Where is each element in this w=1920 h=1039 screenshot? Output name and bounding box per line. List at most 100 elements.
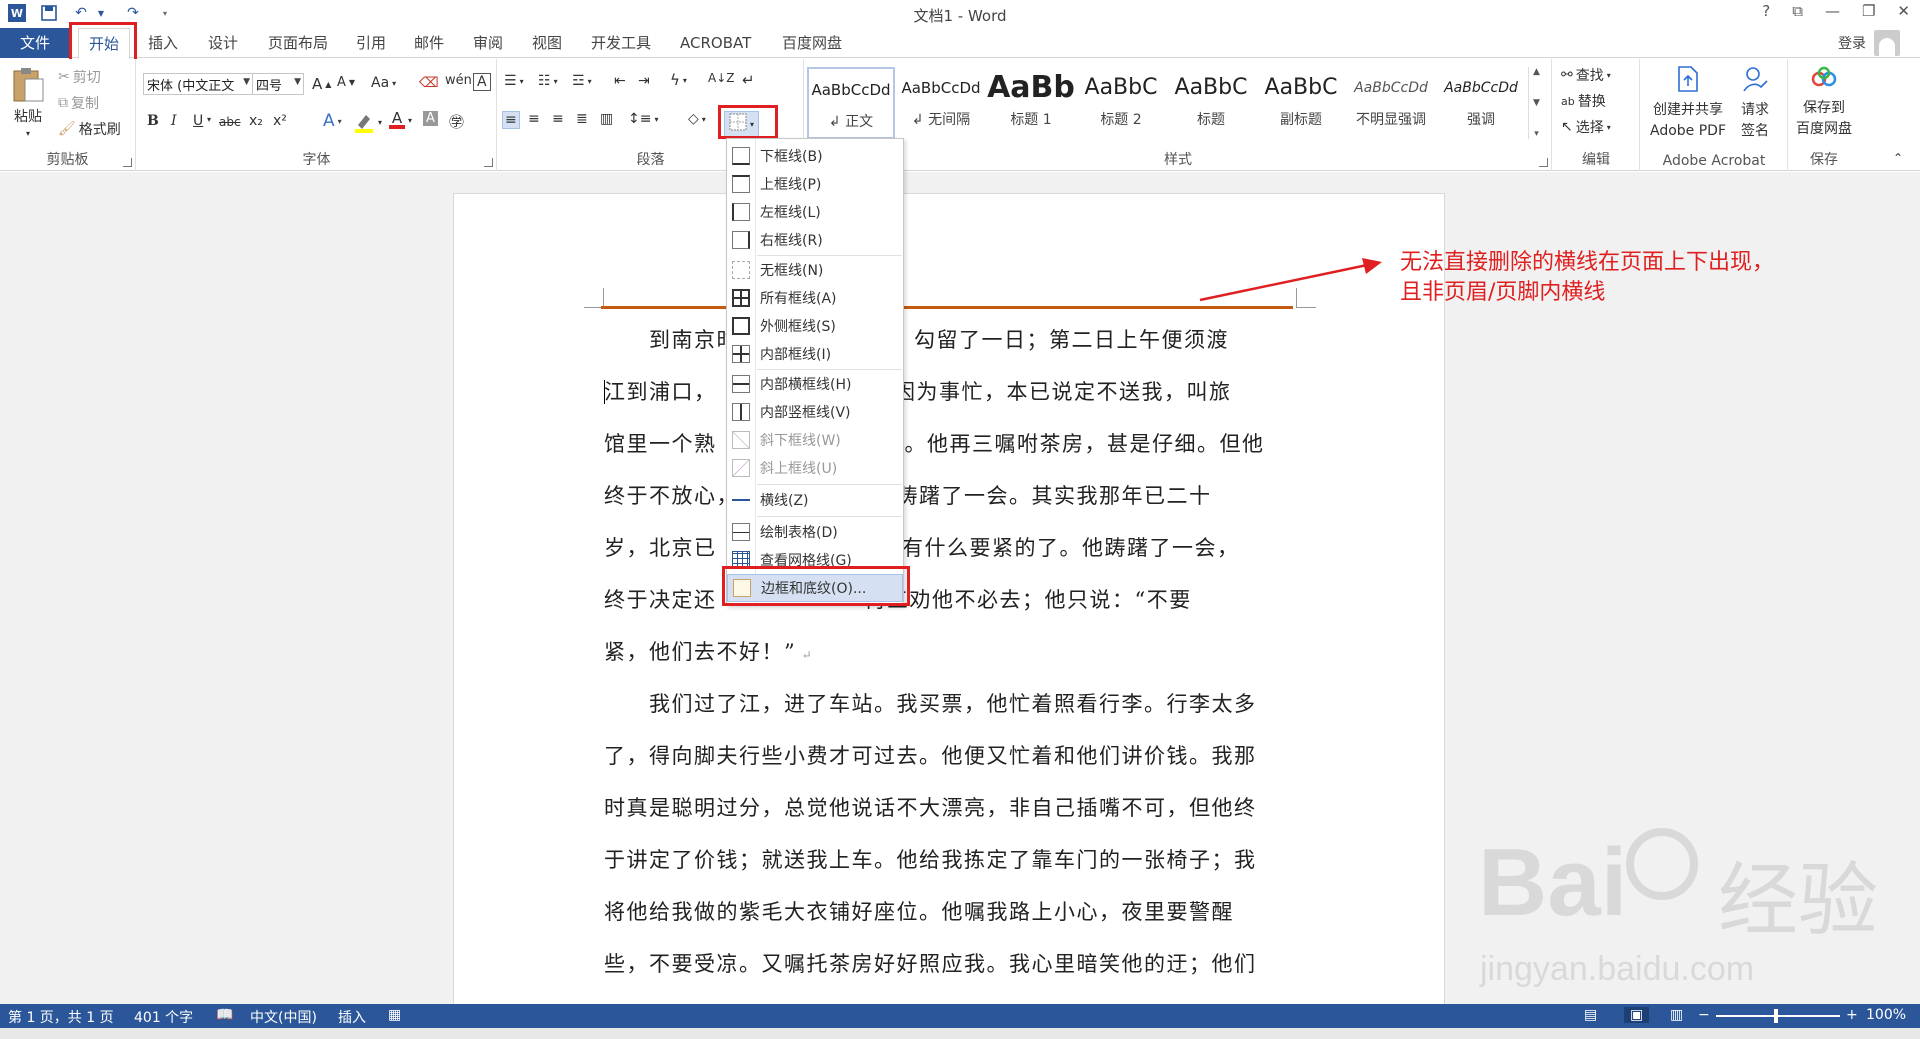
cut-button[interactable]: ✂ 剪切 bbox=[58, 67, 101, 87]
align-left-icon[interactable]: ≡ bbox=[502, 111, 520, 129]
paste-dropdown-icon[interactable]: ▾ bbox=[26, 129, 30, 138]
char-border-icon[interactable]: A bbox=[473, 73, 491, 91]
tab-acrobat[interactable]: ACROBAT bbox=[670, 28, 761, 58]
menu-item-inside-borders[interactable]: 内部框线(I) bbox=[727, 340, 903, 368]
styles-launcher-icon[interactable] bbox=[1539, 158, 1548, 167]
highlight-button[interactable]: ▾ bbox=[353, 111, 382, 133]
decrease-indent-icon[interactable]: ⇤ bbox=[614, 73, 626, 89]
paste-button[interactable]: 粘贴 ▾ bbox=[8, 65, 48, 138]
find-button[interactable]: ⚯ 查找 ▾ bbox=[1561, 65, 1611, 85]
scroll-down-icon[interactable]: ▼ bbox=[1533, 98, 1540, 108]
menu-item-bottom-border[interactable]: 下框线(B) bbox=[727, 142, 903, 170]
font-size-combo[interactable]: 四号 ▼ bbox=[252, 73, 304, 95]
menu-item-right-border[interactable]: 右框线(R) bbox=[727, 226, 903, 254]
style-normal[interactable]: AaBbCcDd ↲ 正文 bbox=[807, 67, 895, 139]
distributed-icon[interactable]: ▥ bbox=[600, 111, 613, 127]
copy-button[interactable]: ⧉ 复制 bbox=[58, 93, 99, 113]
style-heading-2[interactable]: AaBbC 标题 2 bbox=[1077, 67, 1165, 139]
bullets-icon[interactable]: ☰ ▾ bbox=[504, 73, 524, 89]
menu-item-no-border[interactable]: 无框线(N) bbox=[727, 256, 903, 284]
tab-developer[interactable]: 开发工具 bbox=[581, 28, 661, 58]
minimize-icon[interactable]: — bbox=[1825, 2, 1840, 20]
multilevel-list-icon[interactable]: ☲ ▾ bbox=[572, 73, 592, 89]
menu-item-diagonal-up[interactable]: 斜上框线(U) bbox=[727, 454, 903, 482]
menu-item-draw-table[interactable]: 绘制表格(D) bbox=[727, 518, 903, 546]
style-no-spacing[interactable]: AaBbCcDd ↲ 无间隔 bbox=[897, 67, 985, 139]
superscript-button[interactable]: x² bbox=[273, 113, 287, 129]
zoom-level[interactable]: 100% bbox=[1866, 1007, 1906, 1023]
menu-item-left-border[interactable]: 左框线(L) bbox=[727, 198, 903, 226]
font-launcher-icon[interactable] bbox=[484, 158, 493, 167]
restore-icon[interactable]: ❐ bbox=[1862, 2, 1875, 20]
zoom-slider-track[interactable] bbox=[1716, 1015, 1840, 1017]
tab-insert[interactable]: 插入 bbox=[138, 28, 188, 58]
account-area[interactable]: 登录 bbox=[1838, 28, 1900, 58]
line-spacing-icon[interactable]: ↕≡ ▾ bbox=[628, 111, 658, 127]
format-painter-button[interactable]: 🖌 格式刷 bbox=[58, 119, 121, 139]
tab-page-layout[interactable]: 页面布局 bbox=[258, 28, 338, 58]
italic-button[interactable]: I bbox=[171, 113, 177, 129]
login-link[interactable]: 登录 bbox=[1838, 33, 1866, 53]
shading-icon[interactable]: ◇ ▾ bbox=[688, 111, 706, 127]
tab-mailings[interactable]: 邮件 bbox=[404, 28, 454, 58]
macro-record-icon[interactable]: ▦ bbox=[388, 1007, 401, 1023]
tab-view[interactable]: 视图 bbox=[522, 28, 572, 58]
clipboard-launcher-icon[interactable] bbox=[123, 158, 132, 167]
create-pdf-button[interactable]: 创建并共享 Adobe PDF bbox=[1647, 65, 1729, 140]
word-count[interactable]: 401 个字 bbox=[134, 1007, 193, 1027]
zoom-slider-thumb[interactable] bbox=[1774, 1009, 1778, 1023]
increase-indent-icon[interactable]: ⇥ bbox=[638, 73, 650, 89]
underline-button[interactable]: U bbox=[193, 113, 203, 129]
language[interactable]: 中文(中国) bbox=[250, 1007, 317, 1027]
enclose-chars-icon[interactable]: ㊫ bbox=[449, 111, 464, 132]
style-subtitle[interactable]: AaBbC 副标题 bbox=[1257, 67, 1345, 139]
menu-item-horizontal-line[interactable]: 横线(Z) bbox=[727, 486, 903, 514]
sort-icon[interactable]: A↓Z bbox=[708, 71, 734, 85]
align-center-icon[interactable]: ≡ bbox=[528, 111, 540, 127]
menu-item-top-border[interactable]: 上框线(P) bbox=[727, 170, 903, 198]
change-case-button[interactable]: Aa ▾ bbox=[371, 75, 396, 91]
menu-item-diagonal-down[interactable]: 斜下框线(W) bbox=[727, 426, 903, 454]
char-shading-icon[interactable]: A bbox=[423, 111, 438, 126]
ribbon-display-icon[interactable]: ⧉ bbox=[1792, 2, 1803, 20]
read-mode-icon[interactable]: ▤ bbox=[1584, 1007, 1597, 1023]
show-marks-icon[interactable]: ↵ bbox=[742, 71, 755, 89]
save-to-baidu-button[interactable]: 保存到 百度网盘 bbox=[1793, 65, 1855, 138]
collapse-ribbon-icon[interactable]: ⌃ bbox=[1893, 151, 1903, 165]
replace-button[interactable]: ab 替换 bbox=[1561, 91, 1606, 111]
style-title[interactable]: AaBbC 标题 bbox=[1167, 67, 1255, 139]
close-icon[interactable]: ✕ bbox=[1897, 2, 1910, 20]
tab-review[interactable]: 审阅 bbox=[463, 28, 513, 58]
zoom-in-icon[interactable]: + bbox=[1846, 1007, 1858, 1023]
print-layout-icon[interactable]: ▣ bbox=[1624, 1007, 1650, 1023]
align-right-icon[interactable]: ≡ bbox=[552, 111, 564, 127]
insert-mode[interactable]: 插入 bbox=[338, 1007, 366, 1027]
page-count[interactable]: 第 1 页，共 1 页 bbox=[8, 1007, 114, 1027]
font-name-combo[interactable]: 宋体 (中文正文 ▼ bbox=[143, 73, 253, 95]
style-emphasis[interactable]: AaBbCcDd 强调 bbox=[1437, 67, 1525, 139]
web-layout-icon[interactable]: ▥ bbox=[1670, 1007, 1683, 1023]
tab-references[interactable]: 引用 bbox=[346, 28, 396, 58]
proofing-icon[interactable]: 📖 bbox=[216, 1007, 233, 1023]
tab-design[interactable]: 设计 bbox=[198, 28, 248, 58]
more-styles-icon[interactable]: ▾ bbox=[1534, 129, 1539, 139]
numbering-icon[interactable]: ☷ ▾ bbox=[538, 73, 558, 89]
help-button[interactable]: ? bbox=[1762, 2, 1770, 20]
chinese-layout-icon[interactable]: ϟ ▾ bbox=[670, 71, 687, 89]
select-button[interactable]: ↖ 选择 ▾ bbox=[1561, 117, 1611, 137]
grow-font-button[interactable]: A ▲ bbox=[312, 75, 331, 93]
request-sign-button[interactable]: 请求 签名 bbox=[1733, 65, 1777, 140]
tab-baidu-netdisk[interactable]: 百度网盘 bbox=[772, 28, 852, 58]
clear-format-icon[interactable]: ⌫ bbox=[419, 75, 439, 91]
font-color-button[interactable]: A ▾ bbox=[389, 111, 412, 129]
menu-item-all-borders[interactable]: 所有框线(A) bbox=[727, 284, 903, 312]
underline-dropdown-icon[interactable]: ▾ bbox=[207, 115, 211, 124]
justify-icon[interactable]: ≣ bbox=[576, 111, 588, 127]
menu-item-inside-vertical[interactable]: 内部竖框线(V) bbox=[727, 398, 903, 426]
subscript-button[interactable]: x₂ bbox=[249, 113, 263, 129]
text-effects-icon[interactable]: A ▾ bbox=[323, 111, 342, 131]
menu-item-inside-horizontal[interactable]: 内部横框线(H) bbox=[727, 370, 903, 398]
style-heading-1[interactable]: AaBb 标题 1 bbox=[987, 67, 1075, 139]
zoom-out-icon[interactable]: − bbox=[1698, 1007, 1710, 1023]
pinyin-guide-icon[interactable]: wén bbox=[445, 73, 472, 88]
